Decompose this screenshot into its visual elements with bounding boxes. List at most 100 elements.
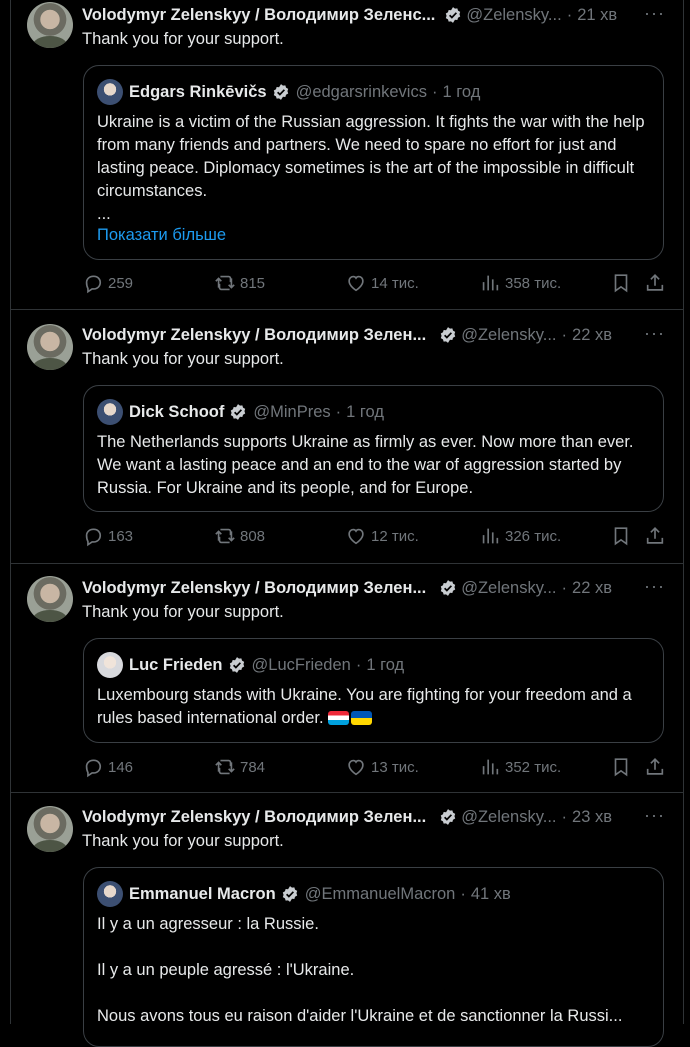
views-icon (482, 275, 499, 291)
more-icon[interactable]: ··· (644, 3, 665, 24)
views-button[interactable]: 352 тис. (479, 756, 561, 778)
like-icon (348, 528, 364, 545)
quoted-time: 1 год (346, 402, 384, 421)
repost-button[interactable]: 815 (214, 272, 265, 294)
verified-badge-icon (441, 580, 456, 596)
verified-badge-icon (229, 657, 244, 673)
quoted-tweet[interactable]: Dick Schoof @MinPres · 1 год The Netherl… (83, 385, 664, 512)
author-name[interactable]: Volodymyr Zelenskyy / Володимир Зелен... (82, 808, 426, 827)
quoted-avatar (97, 399, 123, 425)
quoted-author-handle: @edgarsrinkevics (295, 82, 427, 101)
author-handle[interactable]: @Zelensky... (461, 326, 556, 345)
tweet[interactable]: Volodymyr Zelenskyy / Володимир Зелен...… (10, 564, 683, 793)
quoted-text: Il y a un agresseur : la Russie. Il y a … (97, 915, 623, 1025)
more-icon[interactable]: ··· (644, 576, 665, 597)
quoted-time: 1 год (366, 655, 405, 674)
reply-icon (85, 528, 102, 547)
share-icon (646, 758, 664, 775)
quoted-author-name: Luc Frieden (129, 655, 223, 674)
tweet-time[interactable]: 22 хв (572, 326, 612, 345)
luxembourg-flag-emoji (328, 711, 350, 725)
bookmark-button[interactable] (610, 756, 636, 778)
tweet[interactable]: Volodymyr Zelenskyy / Володимир Зеленс..… (10, 0, 683, 310)
reply-button[interactable]: 146 (82, 756, 133, 778)
tweet-time[interactable]: 23 хв (572, 808, 612, 827)
author-name[interactable]: Volodymyr Zelenskyy / Володимир Зеленс..… (82, 6, 435, 25)
views-button[interactable]: 358 тис. (479, 272, 561, 294)
quoted-tweet[interactable]: Edgars Rinkēvičs @edgarsrinkevics · 1 го… (83, 65, 664, 260)
avatar[interactable] (27, 576, 73, 622)
avatar[interactable] (27, 806, 73, 852)
bookmark-button[interactable] (610, 525, 636, 547)
tweet[interactable]: Volodymyr Zelenskyy / Володимир Зелен...… (10, 793, 683, 1047)
like-button[interactable]: 14 тис. (345, 272, 419, 294)
tweet-header: Volodymyr Zelenskyy / Володимир Зеленс..… (82, 3, 617, 27)
author-handle[interactable]: @Zelensky... (466, 6, 561, 25)
quoted-tweet[interactable]: Luc Frieden @LucFrieden · 1 год Luxembou… (83, 638, 664, 743)
quoted-time: 41 хв (470, 884, 511, 903)
share-button[interactable] (644, 756, 670, 778)
share-button[interactable] (644, 525, 670, 547)
like-count: 13 тис. (371, 758, 419, 776)
author-handle[interactable]: @Zelensky... (461, 808, 556, 827)
repost-button[interactable]: 784 (214, 756, 265, 778)
quoted-avatar (97, 79, 123, 105)
verified-badge-icon (441, 809, 456, 825)
show-more-link[interactable]: Показати більше (97, 226, 226, 245)
like-icon (348, 275, 364, 292)
tweet-text: Thank you for your support. (82, 30, 284, 48)
tweet-actions: 146 784 13 тис. 352 тис. (82, 756, 671, 780)
author-handle[interactable]: @Zelensky... (461, 579, 556, 598)
reply-button[interactable]: 163 (82, 525, 133, 547)
repost-button[interactable]: 808 (214, 525, 265, 547)
avatar[interactable] (27, 324, 73, 370)
quoted-author-name: Dick Schoof (129, 402, 225, 421)
reply-button[interactable]: 259 (82, 272, 133, 294)
author-name[interactable]: Volodymyr Zelenskyy / Володимир Зелен... (82, 326, 426, 345)
separator-dot: · (431, 82, 438, 101)
verified-badge-icon (282, 886, 297, 902)
separator-dot: · (355, 655, 362, 674)
more-icon[interactable]: ··· (644, 323, 665, 344)
bookmark-button[interactable] (610, 272, 636, 294)
bookmark-icon (614, 274, 628, 293)
like-button[interactable]: 12 тис. (345, 525, 419, 547)
views-button[interactable]: 326 тис. (479, 525, 561, 547)
like-button[interactable]: 13 тис. (345, 756, 419, 778)
quoted-text: Luxembourg stands with Ukraine. You are … (97, 684, 650, 730)
repost-count: 808 (240, 527, 266, 545)
verified-badge-icon (231, 404, 246, 420)
tweet-text: Thank you for your support. (82, 832, 284, 850)
reply-icon (85, 759, 102, 778)
tweet-text: Thank you for your support. (82, 603, 284, 621)
quoted-text: The Netherlands supports Ukraine as firm… (97, 433, 634, 497)
quoted-author-handle: @MinPres (253, 402, 331, 421)
views-count: 326 тис. (505, 527, 562, 545)
feed-border-right (683, 0, 684, 1024)
reply-count: 146 (108, 758, 134, 776)
reply-count: 259 (108, 274, 134, 292)
quoted-text: Ukraine is a victim of the Russian aggre… (97, 113, 645, 223)
quoted-header: Luc Frieden @LucFrieden · 1 год (97, 652, 405, 678)
share-icon (646, 274, 664, 291)
quoted-avatar (97, 652, 123, 678)
ukraine-flag-emoji (351, 711, 373, 725)
more-icon[interactable]: ··· (644, 805, 665, 826)
tweet-header: Volodymyr Zelenskyy / Володимир Зелен...… (82, 576, 612, 600)
quoted-header: Dick Schoof @MinPres · 1 год (97, 399, 384, 425)
avatar[interactable] (27, 2, 73, 48)
share-icon (646, 527, 664, 544)
quoted-tweet[interactable]: Emmanuel Macron @EmmanuelMacron · 41 хв … (83, 867, 664, 1047)
quoted-author-handle: @EmmanuelMacron (304, 884, 456, 903)
share-button[interactable] (644, 272, 670, 294)
author-name[interactable]: Volodymyr Zelenskyy / Володимир Зелен... (82, 579, 426, 598)
tweet-time[interactable]: 21 хв (577, 6, 617, 25)
verified-badge-icon (273, 84, 288, 100)
reply-count: 163 (108, 527, 134, 545)
views-icon (482, 759, 499, 775)
tweet[interactable]: Volodymyr Zelenskyy / Володимир Зелен...… (10, 310, 683, 564)
repost-icon (215, 528, 235, 544)
quoted-author-handle: @LucFrieden (251, 655, 351, 674)
tweet-time[interactable]: 22 хв (572, 579, 612, 598)
tweet-header: Volodymyr Zelenskyy / Володимир Зелен...… (82, 805, 612, 829)
